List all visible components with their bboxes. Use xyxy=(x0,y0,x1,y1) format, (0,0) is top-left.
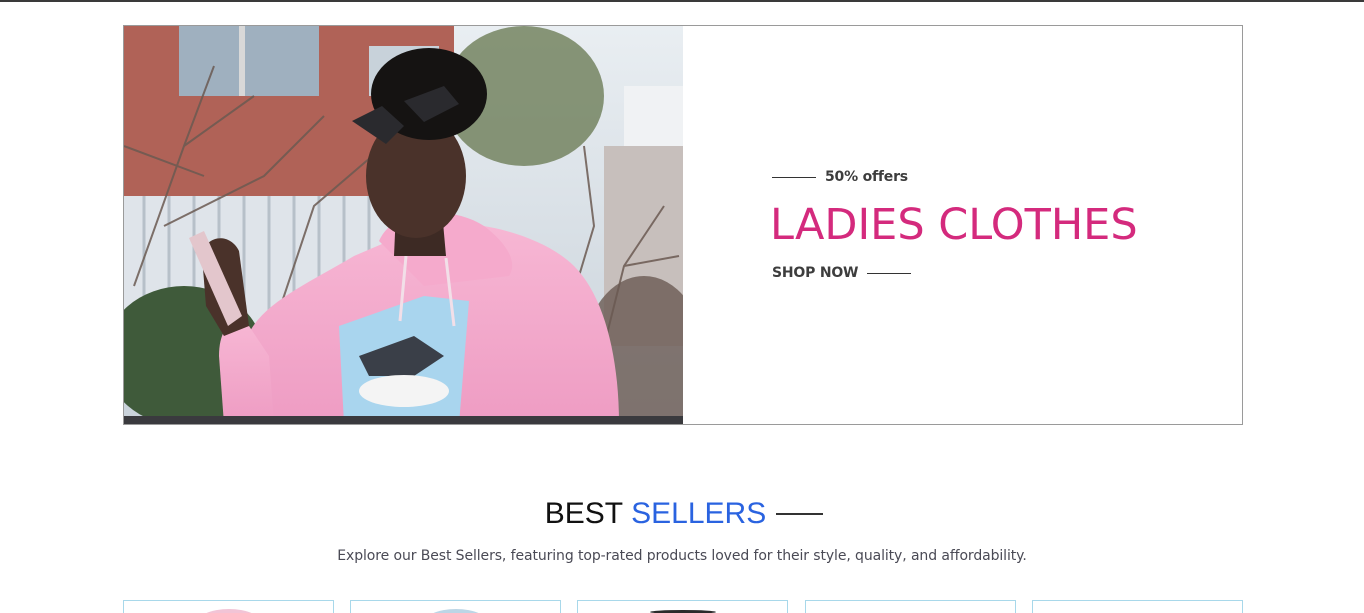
best-sellers-heading: BEST SELLERS xyxy=(0,497,1364,531)
best-sellers-description: Explore our Best Sellers, featuring top-… xyxy=(337,548,1027,564)
product-image xyxy=(423,609,489,613)
hero-image xyxy=(124,26,683,424)
heading-line-decoration xyxy=(776,513,824,515)
hero-title: LADIES CLOTHES xyxy=(770,200,1138,250)
offer-line-decoration xyxy=(772,176,816,178)
product-card[interactable] xyxy=(123,600,334,613)
shop-now-link[interactable]: SHOP NOW xyxy=(772,265,912,281)
shop-now-label: SHOP NOW xyxy=(772,265,859,281)
hero-copy: 50% offers LADIES CLOTHES SHOP NOW xyxy=(770,26,1232,424)
offer-text: 50% offers xyxy=(825,169,908,185)
top-divider xyxy=(0,0,1364,2)
heading-sellers: SELLERS xyxy=(631,497,767,530)
offer-label: 50% offers xyxy=(772,169,908,185)
hero-photo-illustration xyxy=(124,26,683,424)
product-card[interactable] xyxy=(1032,600,1243,613)
product-image xyxy=(196,609,262,613)
heading-best: BEST xyxy=(544,497,624,530)
product-card[interactable] xyxy=(577,600,788,613)
hero-banner: 50% offers LADIES CLOTHES SHOP NOW xyxy=(123,25,1243,425)
product-card[interactable] xyxy=(350,600,561,613)
product-card[interactable] xyxy=(805,600,1016,613)
product-card-row xyxy=(123,600,1243,613)
shop-line-decoration xyxy=(867,272,912,274)
